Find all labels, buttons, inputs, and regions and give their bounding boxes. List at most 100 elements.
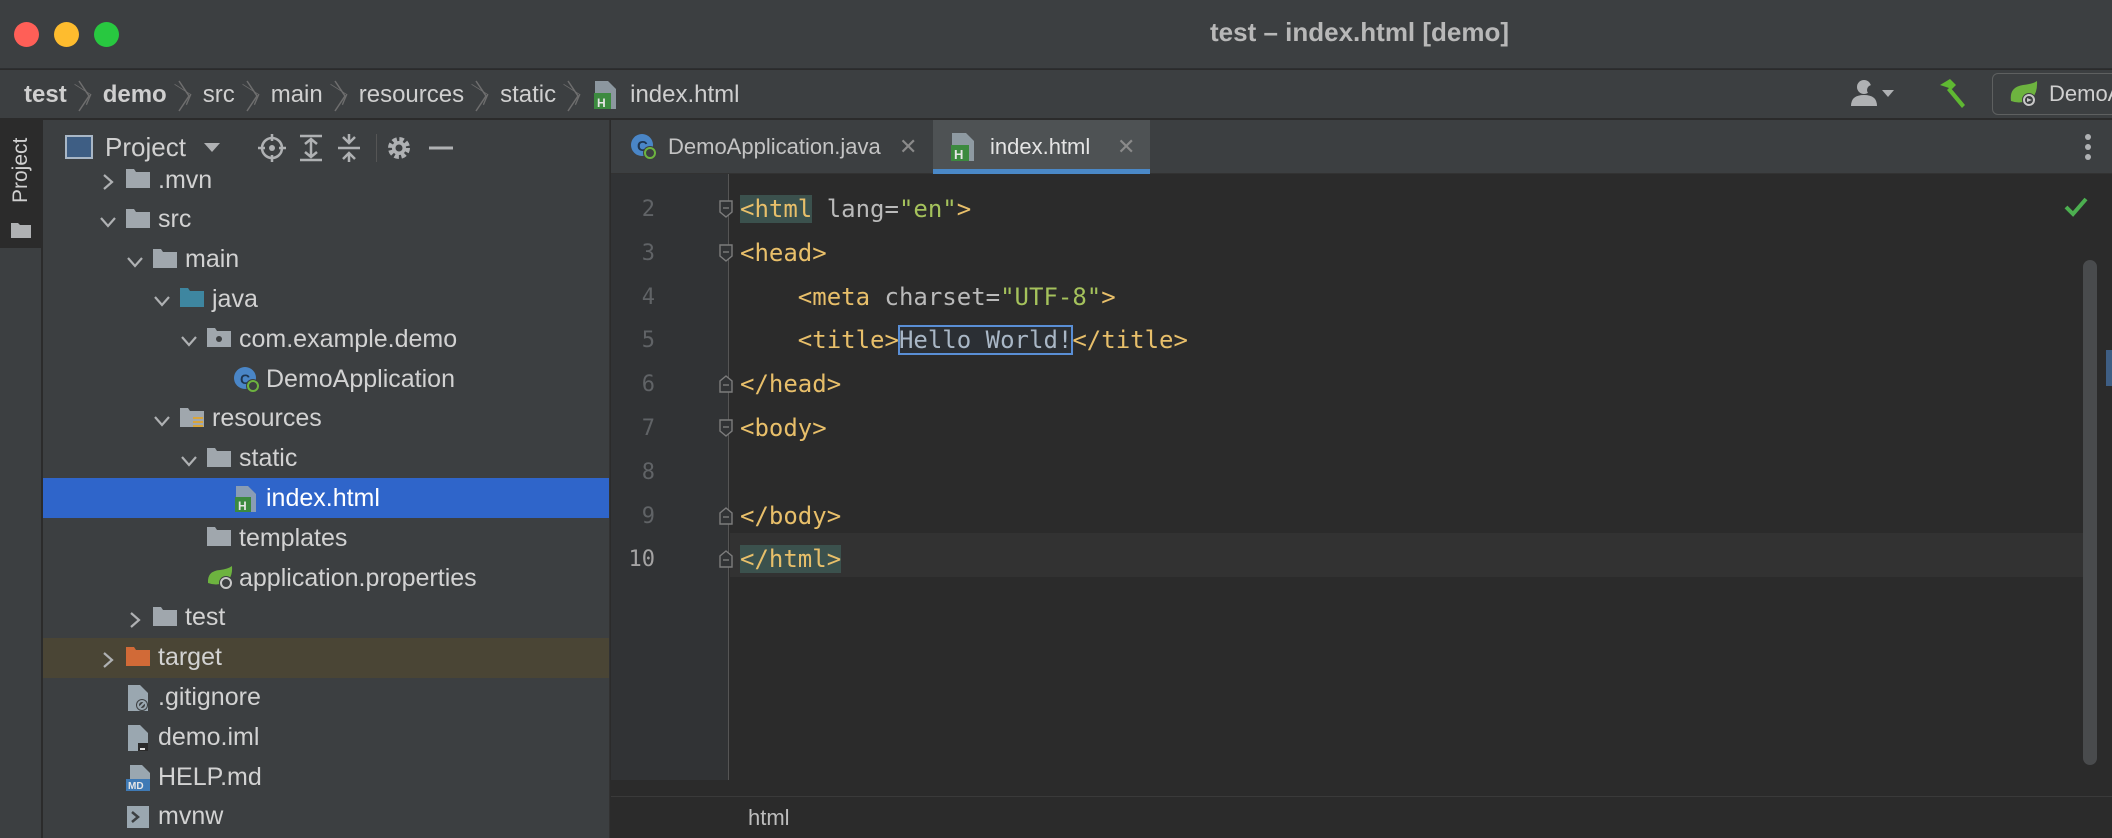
tab-index-html[interactable]: H index.html ✕ bbox=[933, 120, 1150, 174]
package-icon bbox=[206, 326, 236, 354]
project-view-selector[interactable]: Project bbox=[65, 132, 220, 163]
checkmark-icon[interactable] bbox=[2063, 194, 2089, 220]
chevron-right-icon[interactable] bbox=[125, 608, 145, 628]
tree-item-label: demo.iml bbox=[158, 722, 260, 751]
code-line[interactable]: <body> bbox=[740, 406, 827, 450]
tree-item-label: target bbox=[158, 643, 222, 672]
svg-text:H: H bbox=[238, 499, 247, 513]
build-button[interactable] bbox=[1934, 75, 1970, 113]
folder-icon bbox=[11, 223, 31, 238]
tree-item[interactable]: main bbox=[43, 240, 609, 280]
chevron-down-icon[interactable] bbox=[152, 289, 172, 309]
chevron-down-icon[interactable] bbox=[179, 449, 199, 469]
close-window-button[interactable] bbox=[14, 22, 39, 47]
breadcrumb-separator bbox=[474, 77, 488, 113]
code-line[interactable]: </body> bbox=[740, 494, 841, 538]
breadcrumb-separator bbox=[77, 77, 91, 113]
code-line[interactable]: <title>Hello World!</title> bbox=[740, 318, 1188, 362]
tree-item[interactable]: src bbox=[43, 200, 609, 240]
tree-item[interactable]: MD HELP.md bbox=[43, 757, 609, 797]
code-line[interactable]: <html lang="en"> bbox=[740, 187, 971, 231]
line-number: 5 bbox=[641, 328, 655, 354]
folder-icon bbox=[125, 167, 155, 195]
folder-icon bbox=[206, 446, 236, 474]
breadcrumb-item[interactable]: main bbox=[271, 81, 323, 109]
breadcrumb-html[interactable]: html bbox=[748, 805, 790, 831]
navigation-bar: test demo src main resources static Hindex.htm… bbox=[0, 70, 2112, 119]
tree-item[interactable]: java bbox=[43, 279, 609, 319]
tree-item-label: index.html bbox=[266, 483, 380, 512]
user-icon bbox=[1851, 80, 1894, 106]
breadcrumb-item[interactable]: resources bbox=[359, 81, 464, 109]
more-options-icon[interactable] bbox=[2084, 134, 2092, 160]
tab-demoapplication-java[interactable]: C DemoApplication.java ✕ bbox=[611, 120, 931, 174]
fold-marker-icon[interactable] bbox=[719, 506, 733, 525]
tree-item[interactable]: .gitignore bbox=[43, 677, 609, 717]
tree-item[interactable]: C DemoApplication bbox=[43, 359, 609, 399]
run-configuration-selector[interactable]: DemoApplication bbox=[1992, 73, 2112, 115]
project-tool-window-tab[interactable]: Project bbox=[0, 120, 42, 248]
tree-item[interactable]: static bbox=[43, 439, 609, 479]
close-tab-icon[interactable]: ✕ bbox=[899, 134, 917, 160]
fold-marker-icon[interactable] bbox=[719, 375, 733, 393]
minimize-window-button[interactable] bbox=[54, 22, 79, 47]
code-line[interactable]: <head> bbox=[740, 231, 827, 275]
current-line-highlight bbox=[730, 533, 2093, 577]
fold-marker-icon[interactable] bbox=[719, 550, 733, 569]
editor-breadcrumb[interactable]: html bbox=[611, 796, 2112, 838]
window-title: test – index.html [demo] bbox=[1210, 17, 1510, 47]
fold-marker-icon[interactable] bbox=[719, 200, 733, 218]
tree-item[interactable]: demo.iml bbox=[43, 717, 609, 757]
chevron-down-icon[interactable] bbox=[98, 210, 118, 230]
code-token: > bbox=[956, 195, 972, 223]
tree-item-label: resources bbox=[212, 404, 322, 433]
tree-item[interactable]: Hindex.html bbox=[43, 478, 609, 519]
code-token: "UTF-8" bbox=[1000, 282, 1102, 311]
run-config-label: DemoApplication bbox=[2049, 81, 2112, 106]
code-token: </body> bbox=[740, 501, 842, 530]
code-line[interactable]: <meta charset="UTF-8"> bbox=[740, 275, 1116, 319]
line-number: 2 bbox=[641, 197, 655, 222]
breadcrumb-item[interactable]: static bbox=[500, 81, 556, 109]
markdown-file-icon: MD bbox=[125, 764, 155, 792]
fold-marker-icon[interactable] bbox=[719, 419, 733, 437]
breadcrumb-item[interactable]: test bbox=[24, 81, 67, 109]
tree-item-label: DemoApplication bbox=[266, 364, 455, 393]
toolbar-divider bbox=[376, 134, 377, 162]
html-file-icon: H bbox=[233, 485, 263, 513]
tree-item[interactable]: target bbox=[43, 637, 609, 678]
ide-window: test – index.html [demo] test demo src main… bbox=[0, 0, 2112, 838]
chevron-right-icon[interactable] bbox=[98, 170, 118, 190]
tree-item-label: HELP.md bbox=[158, 762, 262, 791]
tree-item[interactable]: templates bbox=[43, 518, 609, 558]
tree-item[interactable]: test bbox=[43, 598, 609, 638]
close-tab-icon[interactable]: ✕ bbox=[1117, 134, 1135, 160]
breadcrumb-item[interactable]: Hindex.html bbox=[592, 80, 740, 110]
tree-item[interactable]: mvnw bbox=[43, 797, 609, 837]
editor-area: C DemoApplication.java ✕ H index.html ✕ bbox=[611, 120, 2112, 838]
tree-item-label: mvnw bbox=[158, 802, 224, 831]
tree-item[interactable]: com.example.demo bbox=[43, 319, 609, 359]
left-tool-stripe: Project bbox=[0, 120, 42, 838]
chevron-down-icon[interactable] bbox=[179, 329, 199, 349]
chevron-down-icon[interactable] bbox=[125, 250, 145, 270]
vertical-scrollbar[interactable] bbox=[2083, 260, 2097, 765]
code-line[interactable]: </html> bbox=[740, 537, 842, 581]
breadcrumb-item[interactable]: src bbox=[203, 81, 235, 109]
scroll-position-marker bbox=[2106, 350, 2112, 386]
tree-item[interactable]: resources bbox=[43, 399, 609, 439]
hammer-icon bbox=[1940, 79, 1965, 108]
code-line[interactable]: </head> bbox=[740, 362, 841, 406]
breadcrumb-item[interactable]: demo bbox=[103, 81, 167, 109]
chevron-down-icon[interactable] bbox=[152, 409, 172, 429]
source-folder-icon bbox=[179, 286, 209, 314]
maximize-window-button[interactable] bbox=[94, 22, 119, 47]
fold-marker-icon[interactable] bbox=[719, 244, 733, 262]
chevron-right-icon[interactable] bbox=[98, 648, 118, 668]
tree-item[interactable]: application.properties bbox=[43, 558, 609, 598]
code-token: lang= bbox=[812, 195, 899, 223]
project-view-icon bbox=[65, 135, 93, 159]
breadcrumb-label: main bbox=[270, 80, 323, 108]
tree-item[interactable]: .mvn bbox=[43, 160, 609, 200]
collaboration-button[interactable] bbox=[1846, 76, 1904, 112]
